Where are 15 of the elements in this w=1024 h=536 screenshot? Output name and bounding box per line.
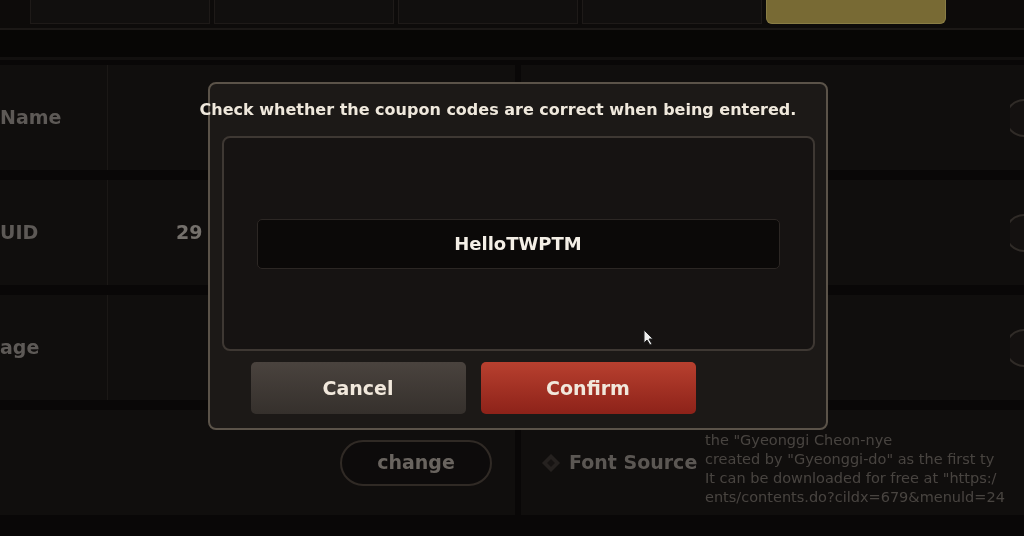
cancel-button[interactable]: Cancel <box>250 362 466 414</box>
round-button-edge[interactable] <box>1010 212 1024 253</box>
font-source-label: Font Source <box>569 450 697 476</box>
row-label: UID <box>0 220 39 246</box>
dialog-message: Check whether the coupon codes are correct when being entered. <box>199 99 797 121</box>
cursor-icon <box>643 329 655 346</box>
tab[interactable] <box>766 0 946 24</box>
round-button-edge[interactable] <box>1010 97 1024 138</box>
row-label: age <box>0 335 40 361</box>
coupon-code-field[interactable]: HelloTWPTM <box>256 218 780 269</box>
font-source-text: the "Gyeonggi Cheon-nye created by "Gyeonggi-do" as the first ty It can be downloaded for free at "https:/ ents/contents.do?cildx=679&menuld=24 <box>705 430 1005 507</box>
round-button-edge[interactable] <box>1010 327 1024 368</box>
confirm-button[interactable]: Confirm <box>480 362 696 414</box>
row-value: 29 <box>175 220 203 246</box>
row-label: Name <box>0 105 62 131</box>
